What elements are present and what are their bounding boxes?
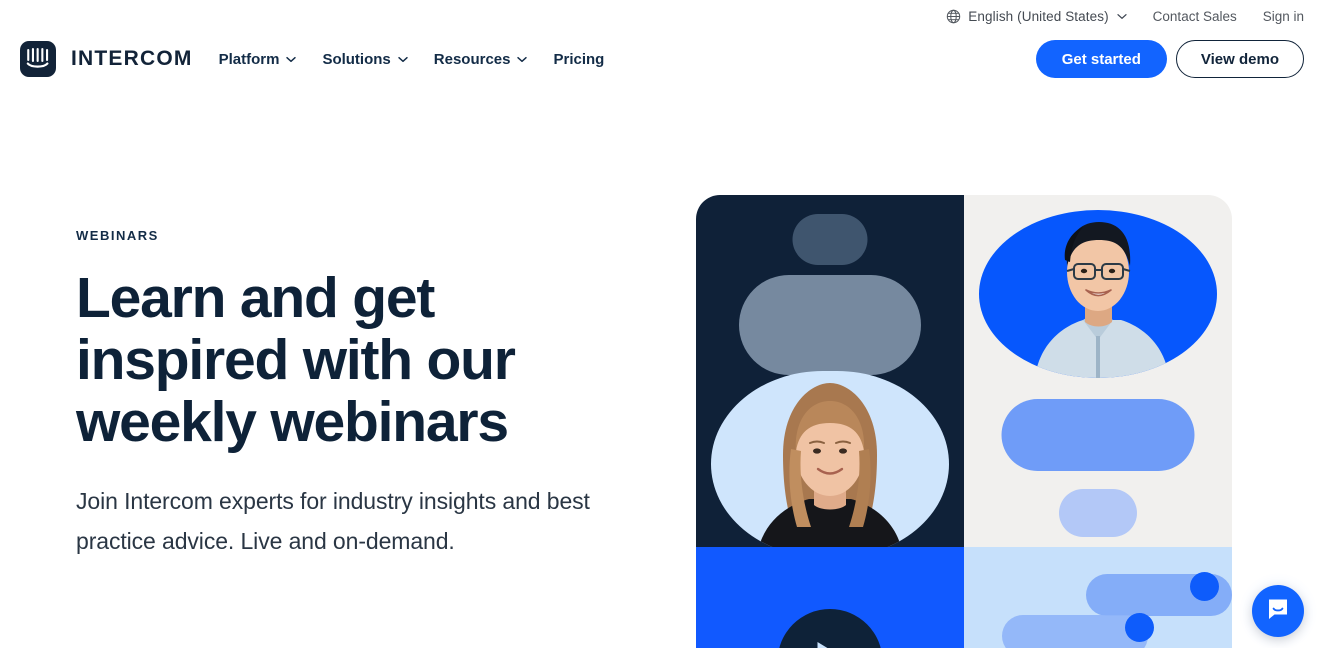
nav-item-pricing[interactable]: Pricing — [553, 51, 604, 68]
decorative-pill-small — [1059, 489, 1137, 537]
get-started-button[interactable]: Get started — [1035, 40, 1167, 78]
video-play-cell[interactable] — [696, 547, 964, 648]
webinars-landing-page: English (United States) Contact Sales Si… — [0, 0, 1322, 648]
decorative-dot-right — [1190, 572, 1219, 601]
locale-picker[interactable]: English (United States) — [946, 8, 1127, 24]
speaker-male-portrait — [979, 210, 1217, 378]
nav-item-label: Resources — [433, 50, 511, 68]
page-title: Learn and get inspired with our weekly w… — [76, 266, 516, 454]
chevron-down-icon — [516, 56, 528, 63]
speaker-female-portrait — [711, 371, 949, 547]
hero-subtitle: Join Intercom experts for industry insig… — [76, 488, 590, 554]
header-actions: Get started View demo — [1035, 40, 1304, 78]
hero-eyebrow: WEBINARS — [76, 228, 159, 243]
play-button[interactable] — [777, 609, 883, 648]
avatar-body-shape — [739, 275, 921, 375]
hero-copy: WEBINARS Learn and get inspired with our… — [76, 228, 656, 561]
nav-item-label: Platform — [218, 50, 280, 68]
placeholder-avatar-cell — [696, 195, 964, 547]
avatar-head-shape — [792, 214, 868, 265]
nav-item-solutions[interactable]: Solutions — [322, 50, 408, 68]
chat-launcher-button[interactable] — [1252, 585, 1304, 637]
hero-section: WEBINARS Learn and get inspired with our… — [0, 195, 1322, 648]
view-demo-button[interactable]: View demo — [1175, 40, 1304, 78]
chat-bubble-icon — [1265, 596, 1291, 627]
brand-name: INTERCOM — [71, 47, 193, 70]
contact-sales-link[interactable]: Contact Sales — [1153, 9, 1237, 24]
play-icon — [817, 641, 851, 648]
sign-in-link[interactable]: Sign in — [1263, 9, 1304, 24]
brand-logo[interactable]: INTERCOM — [20, 41, 193, 77]
nav-item-label: Pricing — [553, 50, 605, 68]
hero-collage — [696, 195, 1232, 648]
nav-item-resources[interactable]: Resources — [434, 51, 528, 68]
globe-icon — [946, 9, 961, 24]
nav-item-platform[interactable]: Platform — [219, 51, 297, 68]
nav-item-label: Solutions — [322, 50, 391, 68]
utility-bar: English (United States) Contact Sales Si… — [946, 0, 1304, 32]
intercom-logo-icon — [20, 41, 56, 77]
locale-label: English (United States) — [968, 8, 1109, 24]
decorative-dot-center — [1125, 613, 1154, 642]
speaker-male-cell — [964, 195, 1232, 547]
chevron-down-icon — [1116, 13, 1127, 20]
main-header: INTERCOM Platform Solutions Resources Pr… — [0, 34, 1322, 84]
chevron-down-icon — [397, 56, 408, 63]
chevron-down-icon — [285, 56, 297, 63]
decorative-pill-medium — [1001, 399, 1195, 471]
abstract-shapes-cell — [964, 547, 1232, 648]
primary-nav: Platform Solutions Resources Pricing — [219, 51, 605, 68]
